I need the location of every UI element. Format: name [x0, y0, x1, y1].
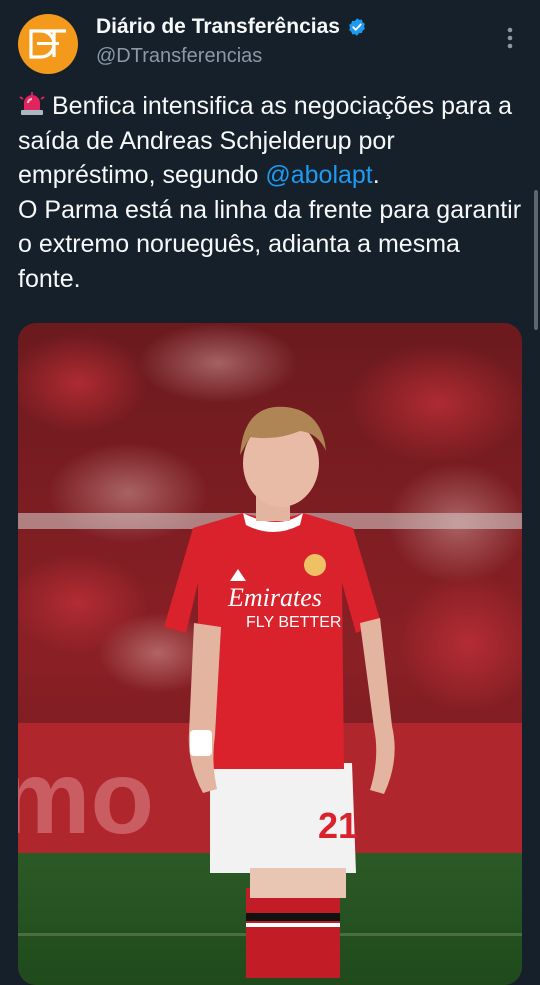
- rotating-light-icon: [19, 92, 45, 115]
- tweet-card[interactable]: Diário de Transferências @DTransferencia…: [0, 0, 540, 985]
- shirt-sponsor-text: Emirates: [227, 583, 322, 612]
- more-vertical-icon: [507, 27, 513, 49]
- author-display-name[interactable]: Diário de Transferências: [96, 15, 340, 39]
- shirt-number: 21: [318, 805, 358, 846]
- tweet-paragraph-1: Benfica intensifica as negociações para …: [18, 89, 528, 193]
- player-photo-image: mo Emirates FLY BETTER 21: [18, 323, 522, 985]
- mention-link-abolapt[interactable]: @abolapt: [265, 161, 372, 189]
- shirt-sponsor-tagline: FLY BETTER: [246, 614, 341, 631]
- author-avatar[interactable]: [18, 14, 78, 74]
- verified-badge-icon: [349, 18, 365, 36]
- dt-logo-icon: [29, 29, 66, 59]
- more-options-button[interactable]: [496, 24, 524, 52]
- tweet-text: Benfica intensifica as negociações para …: [18, 89, 528, 297]
- author-name[interactable]: Diário de Transferências: [96, 15, 367, 39]
- tweet-line-1-end: .: [372, 161, 380, 190]
- tweet-paragraph-2: O Parma está na linha da frente para gar…: [18, 195, 522, 293]
- author-handle[interactable]: @DTransferencias: [96, 45, 262, 68]
- tweet-media-photo[interactable]: mo Emirates FLY BETTER 21: [18, 323, 522, 985]
- scrollbar-thumb[interactable]: [534, 190, 538, 330]
- ad-board-text: mo: [18, 740, 154, 856]
- club-crest-icon: [304, 554, 326, 576]
